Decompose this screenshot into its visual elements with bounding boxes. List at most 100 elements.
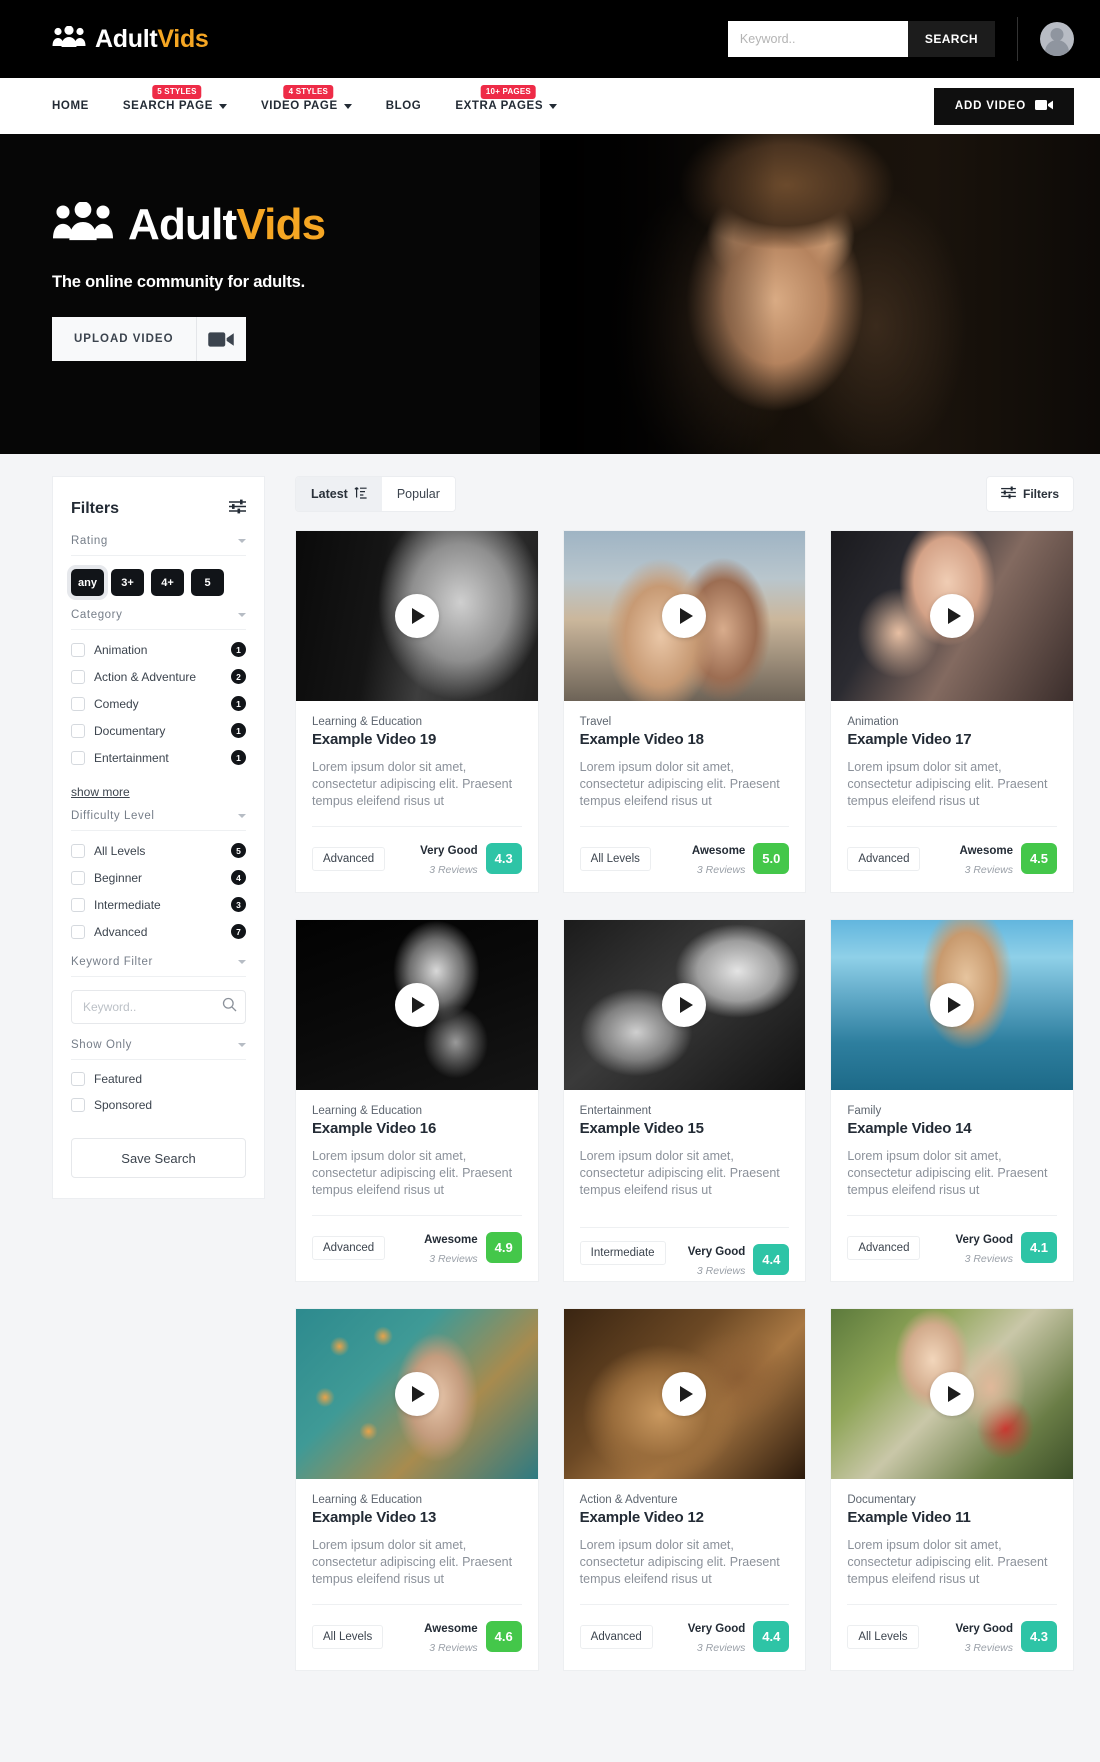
video-card[interactable]: Entertainment Example Video 15 Lorem ips… bbox=[562, 919, 807, 1282]
video-card[interactable]: Travel Example Video 18 Lorem ipsum dolo… bbox=[562, 530, 807, 893]
play-icon[interactable] bbox=[930, 1372, 975, 1416]
play-icon[interactable] bbox=[662, 594, 707, 638]
video-title[interactable]: Example Video 17 bbox=[847, 731, 1057, 748]
nav-label: EXTRA PAGES bbox=[455, 100, 544, 112]
video-card-body: Animation Example Video 17 Lorem ipsum d… bbox=[831, 701, 1073, 826]
play-icon[interactable] bbox=[930, 983, 975, 1027]
rating-pill-3plus[interactable]: 3+ bbox=[111, 569, 144, 596]
checkbox-row-documentary[interactable]: Documentary 1 bbox=[71, 717, 246, 744]
play-icon[interactable] bbox=[662, 1372, 707, 1416]
search-button[interactable]: SEARCH bbox=[907, 21, 995, 57]
play-icon[interactable] bbox=[662, 983, 707, 1027]
video-title[interactable]: Example Video 15 bbox=[580, 1120, 790, 1137]
video-title[interactable]: Example Video 13 bbox=[312, 1509, 522, 1526]
video-card[interactable]: Action & Adventure Example Video 12 Lore… bbox=[562, 1308, 807, 1671]
video-thumbnail[interactable] bbox=[831, 1309, 1073, 1479]
rating-block: Very Good 3 Reviews 4.3 bbox=[420, 840, 522, 878]
checkbox-row-advanced[interactable]: Advanced 7 bbox=[71, 918, 246, 945]
nav-item-home[interactable]: HOME bbox=[52, 100, 106, 112]
filter-group-difficulty[interactable]: Difficulty Level bbox=[71, 801, 246, 831]
show-more-link[interactable]: show more bbox=[71, 785, 130, 799]
video-thumbnail[interactable] bbox=[563, 1309, 806, 1479]
filter-group-keyword[interactable]: Keyword Filter bbox=[71, 947, 246, 977]
review-count: 3 Reviews bbox=[429, 1641, 478, 1654]
checkbox-row-intermediate[interactable]: Intermediate 3 bbox=[71, 891, 246, 918]
nav-item-video-page[interactable]: 4 STYLES VIDEO PAGE bbox=[244, 85, 369, 112]
nav-label: BLOG bbox=[385, 100, 422, 112]
checkbox-row-featured[interactable]: Featured bbox=[71, 1066, 246, 1092]
video-thumbnail[interactable] bbox=[296, 920, 538, 1090]
nav-item-extra-pages[interactable]: 10+ PAGES EXTRA PAGES bbox=[438, 85, 574, 112]
chevron-down-icon bbox=[343, 103, 352, 109]
checkbox-icon[interactable] bbox=[71, 897, 85, 912]
save-search-button[interactable]: Save Search bbox=[71, 1138, 246, 1178]
checkbox-row-all-levels[interactable]: All Levels 5 bbox=[71, 837, 246, 864]
checkbox-icon[interactable] bbox=[71, 1098, 85, 1112]
checkbox-icon[interactable] bbox=[71, 1072, 85, 1086]
upload-video-button[interactable]: UPLOAD VIDEO bbox=[52, 317, 246, 361]
checkbox-icon[interactable] bbox=[71, 843, 85, 858]
keyword-input[interactable] bbox=[71, 990, 246, 1024]
video-title[interactable]: Example Video 11 bbox=[847, 1509, 1057, 1526]
filter-group-show-only[interactable]: Show Only bbox=[71, 1030, 246, 1060]
checkbox-row-beginner[interactable]: Beginner 4 bbox=[71, 864, 246, 891]
video-thumbnail[interactable] bbox=[563, 920, 806, 1090]
sliders-icon[interactable] bbox=[229, 499, 246, 519]
brand-logo[interactable]: AdultVids bbox=[52, 25, 209, 54]
video-title[interactable]: Example Video 19 bbox=[312, 731, 522, 748]
tab-popular[interactable]: Popular bbox=[381, 477, 455, 511]
video-card[interactable]: Learning & Education Example Video 19 Lo… bbox=[295, 530, 539, 893]
video-thumbnail[interactable] bbox=[296, 1309, 538, 1479]
rating-pill-5[interactable]: 5 bbox=[191, 569, 224, 596]
video-card[interactable]: Animation Example Video 17 Lorem ipsum d… bbox=[830, 530, 1074, 893]
video-card-footer: All Levels Very Good 3 Reviews 4.3 bbox=[847, 1603, 1057, 1670]
play-icon[interactable] bbox=[394, 594, 439, 638]
video-title[interactable]: Example Video 18 bbox=[580, 731, 790, 748]
tab-latest[interactable]: Latest bbox=[296, 477, 382, 511]
video-card[interactable]: Documentary Example Video 11 Lorem ipsum… bbox=[830, 1308, 1074, 1671]
chevron-down-icon bbox=[238, 613, 246, 617]
checkbox-row-entertainment[interactable]: Entertainment 1 bbox=[71, 744, 246, 771]
video-thumbnail[interactable] bbox=[296, 531, 538, 701]
filter-group-category[interactable]: Category bbox=[71, 600, 246, 630]
chevron-down-icon bbox=[238, 814, 246, 818]
play-icon[interactable] bbox=[930, 594, 975, 638]
count-badge: 2 bbox=[231, 669, 246, 684]
checkbox-icon[interactable] bbox=[71, 696, 85, 711]
video-category: Action & Adventure bbox=[579, 1494, 678, 1506]
filters-button[interactable]: Filters bbox=[985, 476, 1074, 512]
rating-pill-any[interactable]: any bbox=[71, 569, 104, 596]
video-title[interactable]: Example Video 16 bbox=[312, 1120, 522, 1137]
checkbox-icon[interactable] bbox=[71, 642, 85, 657]
hero-logo-text: AdultVids bbox=[128, 202, 326, 247]
play-icon[interactable] bbox=[394, 1372, 439, 1416]
checkbox-icon[interactable] bbox=[71, 924, 85, 939]
nav-item-blog[interactable]: BLOG bbox=[369, 100, 439, 112]
search-input[interactable] bbox=[727, 21, 908, 57]
nav-item-search-page[interactable]: 5 STYLES SEARCH PAGE bbox=[106, 85, 244, 112]
checkbox-icon[interactable] bbox=[71, 669, 85, 684]
video-thumbnail[interactable] bbox=[831, 920, 1073, 1090]
filter-group-rating[interactable]: Rating bbox=[71, 526, 246, 556]
add-video-button[interactable]: ADD VIDEO bbox=[933, 87, 1074, 125]
checkbox-label: Entertainment bbox=[94, 750, 169, 765]
checkbox-icon[interactable] bbox=[71, 723, 85, 738]
play-icon[interactable] bbox=[394, 983, 439, 1027]
page-title: Filters bbox=[71, 500, 120, 517]
video-card[interactable]: Learning & Education Example Video 13 Lo… bbox=[295, 1308, 539, 1671]
checkbox-row-sponsored[interactable]: Sponsored bbox=[71, 1092, 246, 1118]
checkbox-row-comedy[interactable]: Comedy 1 bbox=[71, 690, 246, 717]
avatar[interactable] bbox=[1040, 22, 1074, 56]
checkbox-row-action-adventure[interactable]: Action & Adventure 2 bbox=[71, 663, 246, 690]
video-card[interactable]: Family Example Video 14 Lorem ipsum dolo… bbox=[830, 919, 1074, 1282]
video-card[interactable]: Learning & Education Example Video 16 Lo… bbox=[295, 919, 539, 1282]
video-title[interactable]: Example Video 12 bbox=[580, 1509, 790, 1526]
video-thumbnail[interactable] bbox=[563, 531, 806, 701]
checkbox-icon[interactable] bbox=[71, 870, 85, 885]
search-icon[interactable] bbox=[222, 997, 237, 1017]
video-title[interactable]: Example Video 14 bbox=[847, 1120, 1057, 1137]
video-thumbnail[interactable] bbox=[831, 531, 1073, 701]
checkbox-icon[interactable] bbox=[71, 750, 85, 765]
rating-pill-4plus[interactable]: 4+ bbox=[151, 569, 184, 596]
checkbox-row-animation[interactable]: Animation 1 bbox=[71, 636, 246, 663]
